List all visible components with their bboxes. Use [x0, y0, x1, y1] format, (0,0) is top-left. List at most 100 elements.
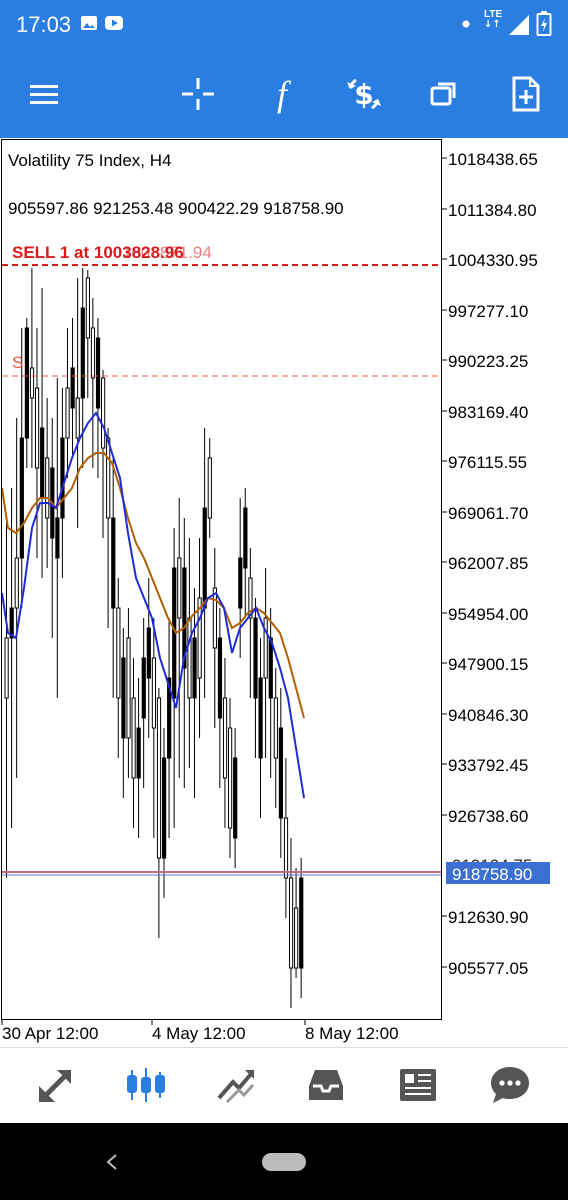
windows-icon: [430, 82, 456, 106]
tab-quotes[interactable]: [28, 1062, 84, 1108]
status-time: 17:03: [16, 12, 72, 37]
candle-body: [111, 517, 116, 609]
candle-body: [146, 627, 151, 679]
battery-icon: [536, 11, 552, 36]
dollar-cycle-icon: $: [347, 78, 381, 111]
home-pill[interactable]: [262, 1153, 306, 1171]
navigation-bar: [0, 1123, 568, 1200]
windows-button[interactable]: [422, 72, 466, 116]
time-axis: 30 Apr 12:00 4 May 12:00 8 May 12:00: [1, 1019, 399, 1043]
candle-body: [121, 657, 126, 739]
candle-body: [85, 277, 90, 339]
candle-body: [202, 507, 207, 609]
candle-body: [19, 437, 24, 559]
candle-body: [222, 697, 228, 779]
candle-body: [80, 307, 85, 399]
candle-body: [151, 657, 157, 729]
menu-button[interactable]: [22, 72, 66, 116]
candle-body: [29, 367, 35, 399]
time-axis-label: 30 Apr 12:00: [2, 1024, 98, 1043]
candle-body: [228, 727, 233, 829]
candle-body: [136, 727, 141, 779]
tab-news[interactable]: [390, 1062, 446, 1108]
candle-body: [131, 697, 136, 779]
candle-body: [45, 457, 50, 519]
newspaper-icon: [400, 1069, 436, 1101]
tab-messages[interactable]: [482, 1062, 538, 1108]
price-axis-label: 940846.30: [448, 706, 528, 725]
price-axis-label: 1011384.80: [448, 201, 537, 220]
hamburger-icon: [30, 85, 58, 104]
candle-body: [192, 637, 197, 699]
tab-history[interactable]: [298, 1062, 354, 1108]
candle-body: [278, 727, 284, 819]
candle-body: [212, 587, 217, 649]
candle-body: [283, 817, 289, 879]
candle-body: [273, 697, 278, 759]
price-axis-label: 962007.85: [448, 554, 528, 573]
candle-body: [55, 517, 60, 559]
new-document-icon: [512, 76, 540, 112]
status-bar: 17:03 LTE ↓↑: [0, 0, 568, 50]
price-axis-label: 912630.90: [448, 908, 528, 927]
candle-body: [294, 907, 299, 969]
inbox-icon: [309, 1070, 343, 1100]
signal-icon: [509, 15, 529, 35]
price-axis-label: 1004330.95: [448, 251, 538, 270]
candle-body: [207, 457, 212, 519]
time-axis-label: 8 May 12:00: [305, 1024, 399, 1043]
candle-body: [243, 507, 248, 569]
ohlc-label: 905597.86 921253.48 900422.29 918758.90: [8, 199, 344, 218]
candle-body: [75, 397, 80, 439]
bottom-tab-bar: [0, 1048, 568, 1123]
function-icon: f: [276, 74, 287, 114]
candle-body: [156, 697, 162, 859]
symbol-label: Volatility 75 Index, H4: [8, 151, 171, 170]
tab-chart[interactable]: [118, 1062, 174, 1108]
toolbar: f $: [0, 50, 568, 138]
candle-body: [65, 387, 70, 439]
candle-body: [187, 617, 192, 699]
candle-body: [141, 657, 146, 719]
candle-body: [299, 877, 304, 969]
candle-body: [95, 337, 101, 409]
candle-body: [238, 557, 243, 609]
crosshair-button[interactable]: [176, 72, 220, 116]
candles-group: [4, 268, 304, 1008]
price-chart[interactable]: Volatility 75 Index, H4 905597.86 921253…: [0, 138, 568, 1048]
trend-icon: [217, 1070, 255, 1104]
candle-body: [24, 327, 30, 439]
trade-button[interactable]: $: [342, 72, 386, 116]
price-axis-label: 976115.55: [448, 453, 527, 472]
price-axis-label: 1018438.65: [448, 150, 538, 169]
candle-body: [233, 757, 238, 839]
candle-body: [268, 637, 273, 699]
back-icon[interactable]: [104, 1153, 120, 1171]
price-axis-label: 990223.25: [448, 352, 528, 371]
current-price-value: 918758.90: [452, 865, 532, 884]
indicators-button[interactable]: f: [260, 72, 304, 116]
svg-text:$: $: [354, 78, 373, 111]
crosshair-icon: [182, 78, 214, 110]
tab-trade[interactable]: [208, 1062, 264, 1108]
price-axis-label: 983169.40: [448, 403, 528, 422]
price-axis-label: 997277.10: [448, 302, 528, 321]
candle-body: [60, 437, 65, 519]
dot-icon: [462, 20, 470, 28]
network-indicator: LTE ↓↑: [484, 9, 503, 30]
candle-body: [4, 637, 9, 699]
candle-body: [177, 557, 182, 619]
chart-frame: [1, 139, 442, 1020]
order-label-overlap: 1003871.94: [122, 243, 212, 262]
candlestick-icon: [127, 1068, 165, 1102]
new-order-button[interactable]: [504, 72, 548, 116]
candle-body: [253, 617, 258, 699]
price-axis-label: 933792.45: [448, 756, 528, 775]
price-axis-label: 954954.00: [448, 605, 528, 624]
candle-body: [126, 637, 131, 739]
candle-body: [288, 877, 294, 969]
chart-area[interactable]: Volatility 75 Index, H4 905597.86 921253…: [0, 138, 568, 1048]
image-icon: [81, 16, 97, 30]
candle-body: [101, 377, 106, 449]
price-axis-label: 905577.05: [448, 959, 528, 978]
